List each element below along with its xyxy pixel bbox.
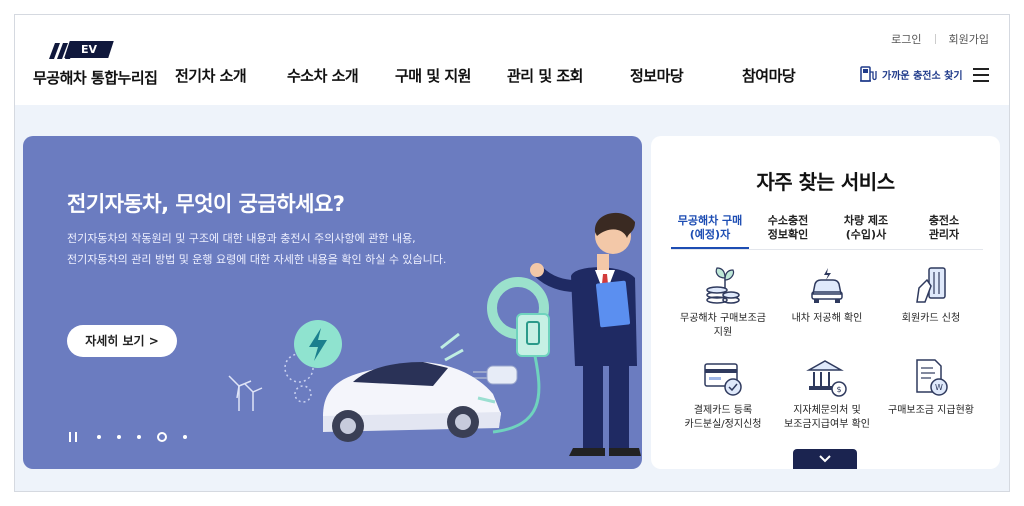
charging-station-icon [860, 66, 877, 82]
electric-car-icon [323, 362, 501, 442]
services-title: 자주 찾는 서비스 [756, 170, 895, 194]
hero-description-line: 전기자동차의 관리 방법 및 운행 요령에 대한 자세한 내용을 확인 하실 수… [67, 253, 447, 266]
chevron-down-icon [819, 455, 831, 463]
expand-services-button[interactable] [793, 449, 857, 469]
service-label: 내차 저공해 확인 [791, 313, 863, 324]
carousel-dot[interactable] [137, 435, 141, 439]
service-low-emission-check[interactable]: 내차 저공해 확인 [775, 264, 879, 356]
nav-ev-intro[interactable]: 전기차 소개 [175, 65, 287, 86]
service-label: 결제카드 등록 카드분실/정지신청 [684, 405, 762, 430]
tab-manufacturer[interactable]: 차량 제조 (수입)사 [827, 214, 905, 249]
coins-leaf-icon [706, 267, 740, 304]
windmill-icon [228, 375, 263, 411]
site-logo[interactable]: EV 무공해차 통합누리집 [31, 39, 181, 89]
find-station-label: 가까운 충전소 찾기 [882, 70, 963, 82]
page-frame: EV 무공해차 통합누리집 전기차 소개 수소차 소개 구매 및 지원 관리 및… [14, 14, 1010, 492]
service-label: 구매보조금 지급현황 [888, 405, 974, 416]
service-label: 무공해차 구매보조금 지원 [680, 313, 766, 338]
site-name: 무공해차 통합누리집 [33, 69, 158, 87]
nav-info[interactable]: 정보마당 [630, 65, 742, 86]
service-purchase-subsidy[interactable]: 무공해차 구매보조금 지원 [671, 264, 775, 356]
service-member-card[interactable]: 회원카드 신청 [879, 264, 983, 356]
nav-hydrogen-intro[interactable]: 수소차 소개 [287, 65, 395, 86]
car-check-icon [811, 268, 843, 303]
service-subsidy-status[interactable]: W 구매보조금 지급현황 [879, 356, 983, 448]
svg-text:$: $ [836, 385, 841, 394]
carousel-dot[interactable] [117, 435, 121, 439]
nav-participation[interactable]: 참여마당 [742, 65, 796, 86]
hero-banner: 전기자동차, 무엇이 궁금하세요? 전기자동차의 작동원리 및 구조에 대한 내… [23, 136, 642, 469]
hamburger-menu-icon[interactable] [973, 68, 989, 82]
logo-badge: EV [64, 41, 114, 58]
service-payment-card[interactable]: 결제카드 등록 카드분실/정지신청 [671, 356, 775, 448]
member-card-icon [916, 267, 946, 303]
tab-purchaser[interactable]: 무공해차 구매 (예정)자 [671, 214, 749, 249]
nav-management[interactable]: 관리 및 조회 [507, 65, 630, 86]
tab-station-manager[interactable]: 충전소 관리자 [905, 214, 983, 249]
site-header: EV 무공해차 통합누리집 전기차 소개 수소차 소개 구매 및 지원 관리 및… [15, 15, 1009, 105]
main-nav: 전기차 소개 수소차 소개 구매 및 지원 관리 및 조회 정보마당 참여마당 [175, 65, 796, 86]
services-grid: 무공해차 구매보조금 지원 내차 저공해 확인 회원카드 신청 결제카드 등록 … [671, 264, 983, 448]
hero-description-line: 전기자동차의 작동원리 및 구조에 대한 내용과 충전시 주의사항에 관한 내용… [67, 232, 416, 245]
carousel-dot[interactable] [183, 435, 187, 439]
nav-purchase-support[interactable]: 구매 및 지원 [395, 65, 507, 86]
view-details-button[interactable]: 자세히 보기 > [67, 325, 177, 357]
service-label: 회원카드 신청 [901, 313, 961, 324]
service-local-government[interactable]: $ 지자체문의처 및 보조금지급여부 확인 [775, 356, 879, 448]
service-label: 지자체문의처 및 보조금지급여부 확인 [784, 405, 870, 430]
carousel-dot-active[interactable] [157, 432, 167, 442]
carousel-pager [69, 432, 203, 442]
carousel-dot[interactable] [97, 435, 101, 439]
pause-icon[interactable] [69, 432, 77, 442]
frequent-services-panel: 자주 찾는 서비스 무공해차 구매 (예정)자 수소충전 정보확인 차량 제조 … [651, 136, 1000, 469]
hero-title: 전기자동차, 무엇이 궁금하세요? [67, 192, 345, 216]
login-link[interactable]: 로그인 [891, 31, 921, 47]
utility-links: 로그인 회원가입 [891, 31, 989, 47]
hero-illustration [228, 212, 641, 456]
payment-card-icon [704, 363, 742, 396]
signup-link[interactable]: 회원가입 [949, 31, 989, 47]
find-station-button[interactable]: 가까운 충전소 찾기 [858, 64, 963, 84]
document-won-icon: W [916, 359, 948, 396]
svg-text:W: W [935, 383, 943, 392]
tab-hydrogen-info[interactable]: 수소충전 정보확인 [749, 214, 827, 249]
hero-description: 전기자동차의 작동원리 및 구조에 대한 내용과 충전시 주의사항에 관한 내용… [67, 228, 446, 270]
divider [934, 34, 936, 44]
government-building-icon: $ [806, 360, 847, 397]
services-tabs: 무공해차 구매 (예정)자 수소충전 정보확인 차량 제조 (수입)사 충전소 … [671, 214, 983, 250]
